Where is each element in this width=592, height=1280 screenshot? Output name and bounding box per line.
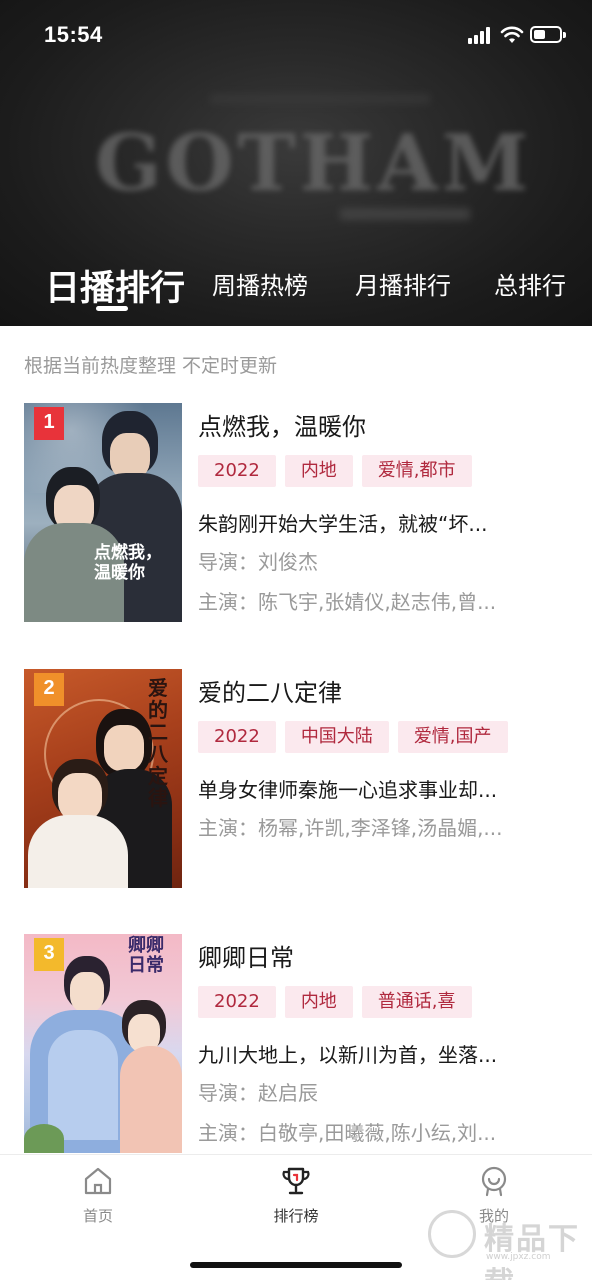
wifi-icon xyxy=(500,26,524,43)
item-description: 单身女律师秦施一心追求事业却... xyxy=(198,778,498,802)
tab-overall[interactable]: 总排行 xyxy=(494,266,566,301)
battery-icon xyxy=(530,26,566,43)
ranking-tabs: 日播排行 周播热榜 月播排行 总排行 xyxy=(0,250,592,320)
tag-list: 2022 中国大陆 爱情,国产 xyxy=(198,721,517,755)
list-item[interactable]: 爱的二八定律 2 爱的二八定律 2022 中国大陆 爱情,国产 单身女律师秦施一心追… xyxy=(24,669,572,889)
tag-region: 内地 xyxy=(284,986,353,1018)
active-tab-indicator xyxy=(96,306,128,311)
tag-year: 2022 xyxy=(198,986,276,1018)
home-icon xyxy=(84,1167,112,1195)
nav-ranking-label: 排行榜 xyxy=(273,1207,319,1225)
tag-genre: 爱情,都市 xyxy=(361,455,472,487)
item-cast: 主演：白敬亭,田曦薇,陈小纭,刘... xyxy=(198,1121,497,1145)
tag-year: 2022 xyxy=(198,721,276,753)
nav-home-label: 首页 xyxy=(82,1207,113,1225)
tab-daily[interactable]: 日播排行 xyxy=(45,260,185,311)
rank-badge: 2 xyxy=(34,673,64,706)
rank-badge: 1 xyxy=(34,407,64,440)
tab-monthly[interactable]: 月播排行 xyxy=(355,266,451,301)
tag-year: 2022 xyxy=(198,455,276,487)
header-banner: GOTHAM 15:54 日播排行 周播热榜 月播排行 总排行 xyxy=(0,0,592,326)
battery-level xyxy=(534,30,545,39)
item-director: 导演：刘俊杰 xyxy=(198,550,318,574)
list-item[interactable]: 卿卿日常 3 卿卿日常 2022 内地 普通话,喜 九川大地上，以新川为首，坐落..… xyxy=(24,934,572,1154)
watermark-text: 精品下载 xyxy=(484,1222,580,1280)
backdrop-title: GOTHAM xyxy=(95,118,533,209)
poster-image[interactable]: 爱的二八定律 2 xyxy=(24,669,182,888)
item-description: 九川大地上，以新川为首，坐落... xyxy=(198,1043,498,1067)
profile-icon xyxy=(481,1166,507,1197)
cellular-signal-icon xyxy=(468,27,492,44)
tag-region: 中国大陆 xyxy=(284,721,389,753)
item-director: 导演：赵启辰 xyxy=(198,1081,318,1105)
nav-home[interactable]: 首页 xyxy=(38,1155,158,1235)
rank-badge: 3 xyxy=(34,938,64,971)
poster-image[interactable]: 点燃我，温暖你 1 xyxy=(24,403,182,622)
item-title[interactable]: 点燃我，温暖你 xyxy=(198,407,366,442)
watermark-url: www.jpxz.com xyxy=(486,1252,551,1262)
poster-image[interactable]: 卿卿日常 3 xyxy=(24,934,182,1153)
item-cast: 主演：杨幂,许凯,李泽锋,汤晶媚,... xyxy=(198,816,503,840)
ranking-notice: 根据当前热度整理 不定时更新 xyxy=(24,355,278,377)
tag-genre: 普通话,喜 xyxy=(361,986,472,1018)
tag-region: 内地 xyxy=(284,455,353,487)
status-time: 15:54 xyxy=(44,22,103,47)
home-indicator[interactable] xyxy=(190,1262,402,1268)
nav-ranking[interactable]: 排行榜 xyxy=(236,1155,356,1235)
tag-list: 2022 内地 爱情,都市 xyxy=(198,455,481,489)
list-item[interactable]: 点燃我，温暖你 1 点燃我，温暖你 2022 内地 爱情,都市 朱韵刚开始大学生活，… xyxy=(24,403,572,623)
poster-title: 卿卿日常 xyxy=(128,935,164,976)
tag-genre: 爱情,国产 xyxy=(397,721,508,753)
backdrop-decoration xyxy=(210,94,430,104)
tag-list: 2022 内地 普通话,喜 xyxy=(198,986,481,1020)
item-title[interactable]: 爱的二八定律 xyxy=(198,673,342,708)
trophy-icon xyxy=(282,1167,310,1195)
item-cast: 主演：陈飞宇,张婧仪,赵志伟,曾... xyxy=(198,590,497,614)
backdrop-decoration xyxy=(340,208,470,220)
item-title[interactable]: 卿卿日常 xyxy=(198,938,294,973)
status-bar: 15:54 xyxy=(0,0,592,70)
watermark: 精品下载 www.jpxz.com xyxy=(428,1208,588,1280)
poster-title: 点燃我，温暖你 xyxy=(94,543,162,583)
watermark-logo-icon xyxy=(428,1210,476,1258)
tab-weekly[interactable]: 周播热榜 xyxy=(212,266,308,301)
item-description: 朱韵刚开始大学生活，就被“坏... xyxy=(198,512,488,536)
poster-title: 爱的二八定律 xyxy=(148,676,168,810)
